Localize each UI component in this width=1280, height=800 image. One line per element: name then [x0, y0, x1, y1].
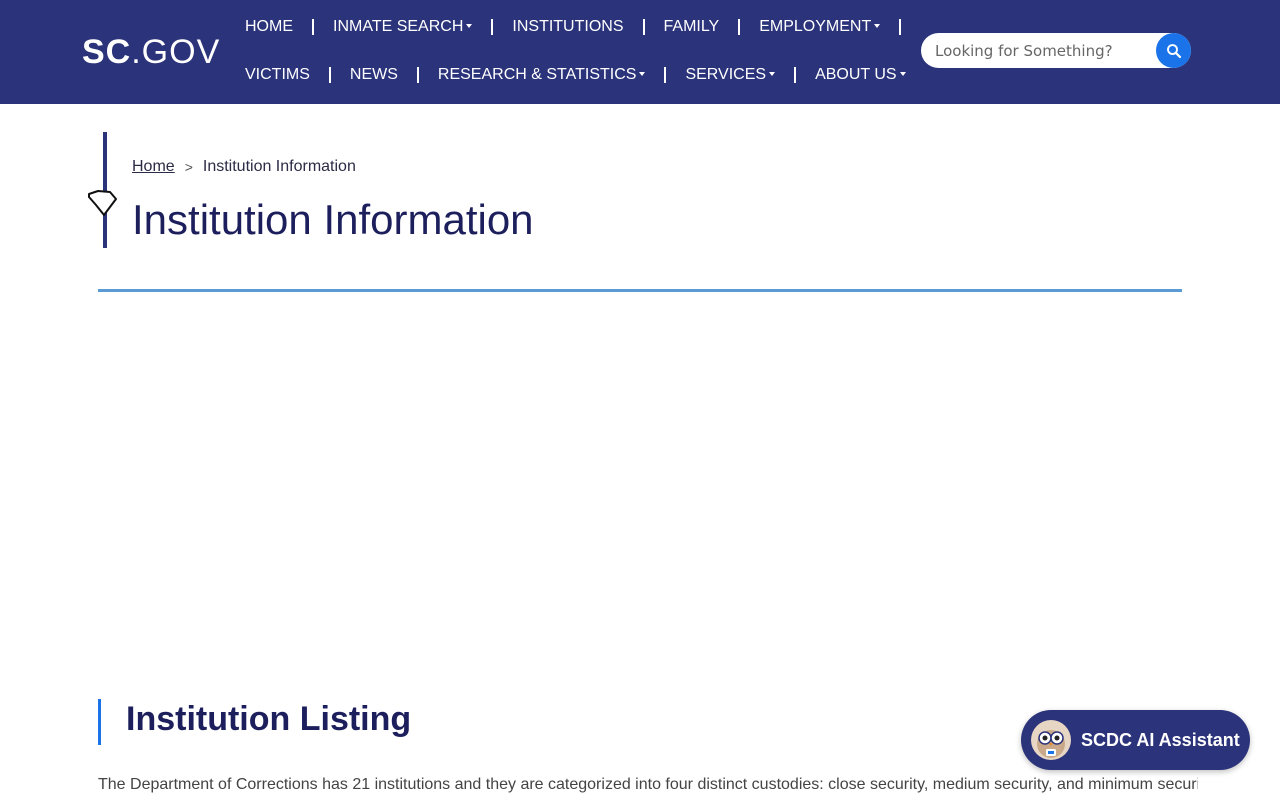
nav-separator: [312, 19, 314, 35]
nav-institutions-label: INSTITUTIONS: [512, 18, 624, 35]
caret-down-icon: [899, 72, 906, 76]
search-button[interactable]: [1156, 33, 1191, 68]
nav-about-us-label: ABOUT US: [815, 66, 897, 83]
ai-assistant-label: SCDC AI Assistant: [1081, 729, 1240, 750]
main-nav-row-1: HOME INMATE SEARCH INSTITUTIONS FAMILY E…: [245, 18, 920, 36]
nav-employment-label: EMPLOYMENT: [759, 18, 872, 35]
nav-services[interactable]: SERVICES: [685, 66, 776, 84]
south-carolina-shape-icon: [88, 190, 117, 216]
section-title: Institution Listing: [126, 700, 412, 738]
logo-sc-text: SC: [82, 32, 132, 71]
page-title: Institution Information: [132, 196, 534, 243]
section-accent-bar: [98, 699, 101, 745]
caret-down-icon: [466, 24, 473, 28]
nav-family[interactable]: FAMILY: [664, 18, 720, 36]
nav-separator: [738, 19, 741, 35]
owl-avatar-icon: [1031, 720, 1071, 760]
search-input[interactable]: [933, 40, 1157, 61]
nav-separator: [794, 67, 797, 83]
breadcrumb: Home > Institution Information: [132, 158, 356, 176]
nav-home[interactable]: HOME: [245, 18, 293, 36]
nav-separator: [491, 19, 494, 35]
nav-news[interactable]: NEWS: [350, 66, 398, 84]
nav-separator: [899, 19, 902, 35]
breadcrumb-current: Institution Information: [202, 158, 356, 175]
sc-gov-logo[interactable]: SC .GOV: [82, 30, 220, 74]
nav-inmate-search-label: INMATE SEARCH: [333, 18, 464, 35]
main-nav-row-2: VICTIMS NEWS RESEARCH & STATISTICS SERVI…: [245, 66, 906, 84]
nav-victims-label: VICTIMS: [245, 66, 310, 83]
nav-separator: [328, 67, 331, 83]
caret-down-icon: [874, 24, 881, 28]
nav-home-label: HOME: [245, 18, 293, 35]
site-search: [921, 33, 1191, 68]
nav-news-label: NEWS: [349, 66, 398, 83]
logo-gov-text: .GOV: [131, 32, 221, 71]
nav-institutions[interactable]: INSTITUTIONS: [512, 18, 623, 36]
nav-research-statistics[interactable]: RESEARCH & STATISTICS: [438, 66, 646, 84]
caret-down-icon: [639, 72, 646, 76]
site-header: SC .GOV HOME INMATE SEARCH INSTITUTIONS …: [0, 0, 1280, 104]
caret-down-icon: [769, 72, 776, 76]
nav-separator: [416, 67, 419, 83]
header-divider: [98, 289, 1182, 292]
ai-assistant-button[interactable]: SCDC AI Assistant: [1021, 710, 1250, 770]
nav-family-label: FAMILY: [663, 18, 720, 35]
section-intro-text: The Department of Corrections has 21 ins…: [98, 776, 1198, 793]
breadcrumb-separator: >: [184, 159, 193, 175]
nav-separator: [642, 19, 645, 35]
nav-research-statistics-label: RESEARCH & STATISTICS: [437, 66, 637, 83]
breadcrumb-home-link[interactable]: Home: [132, 158, 175, 176]
nav-separator: [664, 67, 667, 83]
nav-inmate-search[interactable]: INMATE SEARCH: [333, 18, 473, 36]
nav-victims[interactable]: VICTIMS: [245, 66, 310, 84]
search-icon: [1166, 43, 1181, 58]
nav-about-us[interactable]: ABOUT US: [815, 66, 906, 84]
nav-employment[interactable]: EMPLOYMENT: [759, 18, 881, 36]
nav-services-label: SERVICES: [685, 66, 767, 83]
